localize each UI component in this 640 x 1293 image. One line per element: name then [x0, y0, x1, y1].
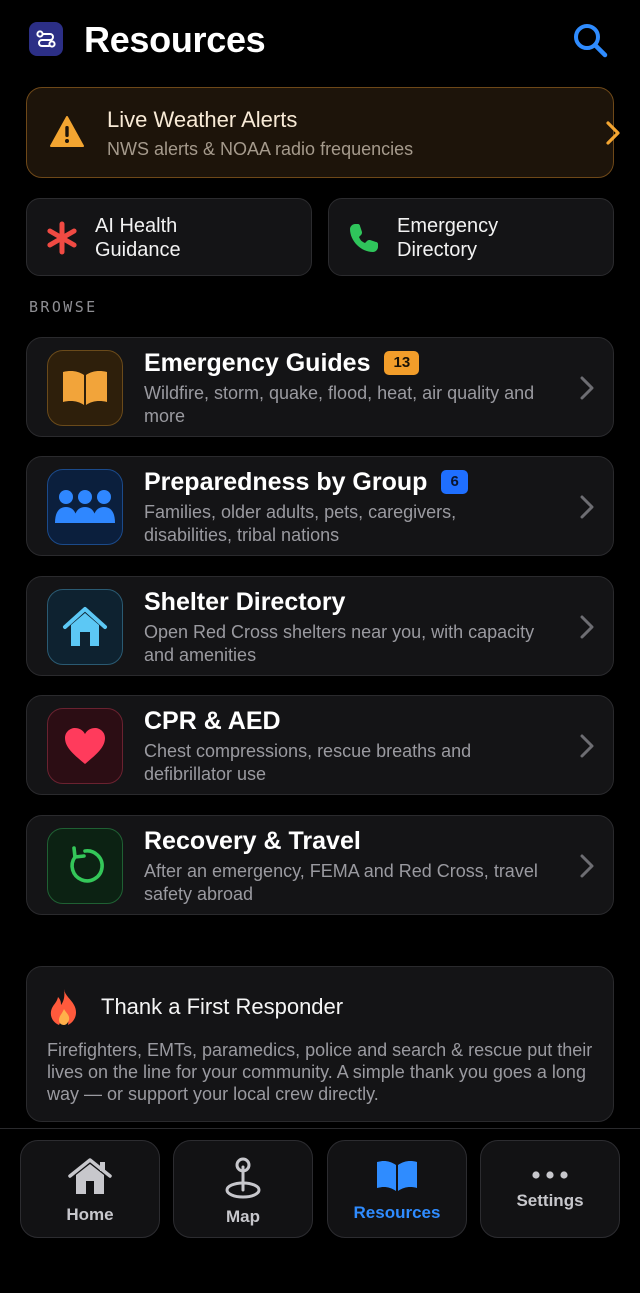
route-icon[interactable] — [29, 22, 63, 56]
chevron-right-icon — [580, 854, 594, 878]
header: Resources — [0, 0, 640, 84]
phone-icon — [350, 224, 378, 252]
chevron-right-icon — [580, 615, 594, 639]
book-icon — [377, 1161, 417, 1191]
browse-section-label: BROWSE — [29, 298, 98, 316]
thank-card-body: Firefighters, EMTs, paramedics, police a… — [47, 1040, 593, 1104]
people-icon — [47, 469, 123, 545]
row-title: Shelter Directory — [144, 587, 345, 617]
house-icon — [47, 589, 123, 665]
house-icon — [68, 1158, 112, 1194]
page-title: Resources — [84, 19, 266, 60]
row-description: Open Red Cross shelters near you, with c… — [144, 622, 535, 665]
chevron-right-icon — [580, 376, 594, 400]
alert-title: Live Weather Alerts — [107, 107, 298, 132]
alert-subtitle: NWS alerts & NOAA radio frequencies — [107, 139, 414, 159]
row-title: Recovery & Travel — [144, 826, 361, 856]
cpr-aed-title: CPR & AED — [144, 707, 281, 735]
tab-bar-divider — [0, 1128, 640, 1129]
ai-health-label-line1: AI Health — [95, 215, 178, 237]
row-title: CPR & AED — [144, 706, 281, 736]
tab-home[interactable]: Home — [20, 1140, 160, 1238]
tab-map[interactable]: Map — [173, 1140, 313, 1238]
browse-item-cpr-aed[interactable]: CPR & AED Chest compressions, rescue bre… — [26, 695, 614, 795]
row-title: Preparedness by Group 6 — [144, 467, 468, 497]
tab-label: Settings — [516, 1191, 584, 1210]
browse-item-recovery-travel[interactable]: Recovery & Travel After an emergency, FE… — [26, 815, 614, 915]
weather-alerts-card[interactable]: Live Weather Alerts NWS alerts & NOAA ra… — [26, 87, 620, 178]
emergency-directory-button[interactable]: Emergency Directory — [328, 198, 614, 276]
recovery-travel-title: Recovery & Travel — [144, 827, 361, 855]
tab-label: Home — [66, 1205, 114, 1224]
asterisk-icon — [47, 221, 77, 255]
flame-icon — [50, 989, 76, 1025]
ai-health-label: AI Health Guidance — [95, 214, 181, 262]
tab-label: Map — [226, 1207, 260, 1226]
warning-icon — [50, 116, 84, 147]
ai-health-guidance-button[interactable]: AI Health Guidance — [26, 198, 312, 276]
emergency-directory-label: Emergency Directory — [397, 214, 498, 262]
emergency-directory-label-line2: Directory — [397, 239, 478, 261]
tab-label: Resources — [353, 1203, 441, 1222]
tab-resources[interactable]: Resources — [327, 1140, 467, 1238]
search-button[interactable] — [570, 20, 610, 60]
row-description: Families, older adults, pets, caregivers… — [144, 502, 457, 545]
search-icon — [574, 24, 608, 58]
row-title: Emergency Guides 13 — [144, 348, 420, 378]
map-pin-icon — [225, 1157, 261, 1199]
row-description: Wildfire, storm, quake, flood, heat, air… — [144, 383, 535, 426]
emergency-directory-label-line1: Emergency — [397, 215, 499, 237]
book-icon — [47, 350, 123, 426]
count-badge: 6 — [441, 470, 468, 494]
browse-item-preparedness-by-group[interactable]: Preparedness by Group 6 Families, older … — [26, 456, 614, 556]
heart-icon — [47, 708, 123, 784]
row-description: Chest compressions, rescue breaths and d… — [144, 741, 472, 784]
chevron-right-icon — [580, 734, 594, 758]
chevron-right-icon — [606, 121, 620, 145]
thank-first-responder-card[interactable]: Thank a First Responder Firefighters, EM… — [26, 966, 614, 1122]
chevron-right-icon — [580, 495, 594, 519]
browse-item-shelter-directory[interactable]: Shelter Directory Open Red Cross shelter… — [26, 576, 614, 676]
more-icon — [532, 1171, 568, 1179]
ai-health-label-line2: Guidance — [95, 239, 181, 261]
rotate-icon — [47, 828, 123, 904]
preparedness-title: Preparedness by Group — [144, 468, 428, 496]
shelter-directory-title: Shelter Directory — [144, 588, 346, 616]
browse-item-emergency-guides[interactable]: Emergency Guides 13 Wildfire, storm, qua… — [26, 337, 614, 437]
resources-screen: Resources Live Weather Alerts NWS alerts… — [0, 0, 640, 1293]
emergency-guides-title: Emergency Guides — [144, 349, 371, 377]
row-description: After an emergency, FEMA and Red Cross, … — [144, 861, 538, 904]
count-badge: 13 — [384, 351, 420, 375]
tab-settings[interactable]: Settings — [480, 1140, 620, 1238]
thank-card-title: Thank a First Responder — [101, 994, 344, 1019]
